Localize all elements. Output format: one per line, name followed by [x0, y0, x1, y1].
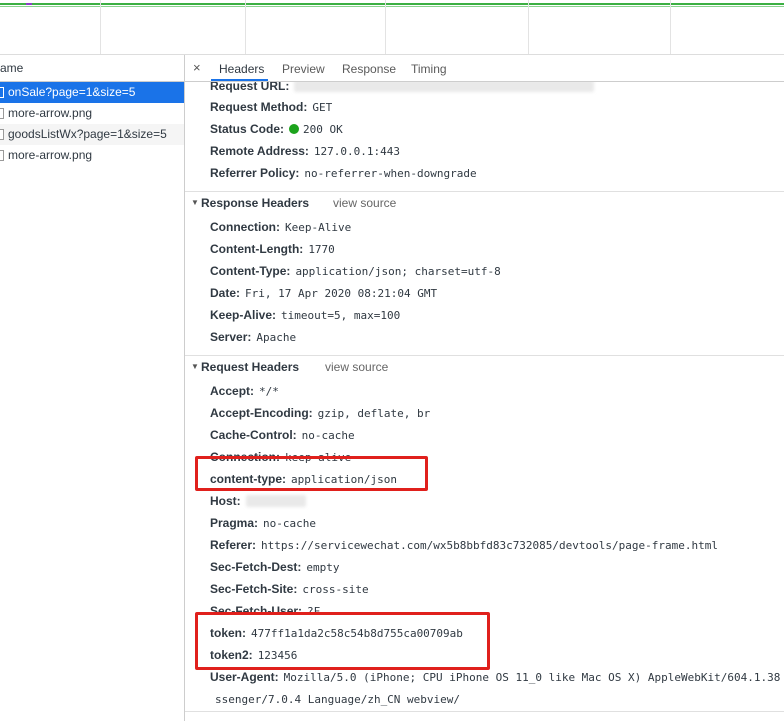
details-tab-bar: × Headers Preview Response Timing — [185, 55, 784, 82]
timeline-gridline — [670, 0, 671, 54]
request-name: onSale?page=1&size=5 — [8, 85, 136, 99]
timeline-gridline — [100, 0, 101, 54]
request-header-row: User-Agent: Mozilla/5.0 (iPhone; CPU iPho… — [210, 670, 781, 684]
response-header-row: Content-Length: 1770 — [210, 242, 335, 256]
request-header-row-continued: ssenger/7.0.4 Language/zh_CN webview/ — [215, 693, 461, 706]
response-header-row: Date: Fri, 17 Apr 2020 08:21:04 GMT — [210, 286, 438, 300]
network-timeline[interactable] — [0, 0, 784, 55]
active-tab-indicator — [211, 79, 268, 81]
timeline-gridline — [385, 0, 386, 54]
request-header-row: Referer: https://servicewechat.com/wx5b8b… — [210, 538, 718, 552]
highlight-box-tokens — [195, 612, 490, 670]
view-source-link[interactable]: view source — [325, 356, 388, 378]
request-header-row: Accept: */* — [210, 384, 279, 398]
tab-preview[interactable]: Preview — [282, 62, 325, 76]
request-header-row: Sec-Fetch-Dest: empty — [210, 560, 340, 574]
tab-timing[interactable]: Timing — [411, 62, 447, 76]
request-row[interactable]: more-arrow.png — [0, 145, 184, 166]
general-referrer-policy: Referrer Policy: no-referrer-when-downgra… — [210, 166, 477, 180]
file-icon — [0, 108, 4, 119]
request-header-row: Accept-Encoding: gzip, deflate, br — [210, 406, 431, 420]
request-header-row: Cache-Control: no-cache — [210, 428, 355, 442]
timeline-gridline — [245, 0, 246, 54]
response-header-row: Connection: Keep-Alive — [210, 220, 352, 234]
response-header-row: Keep-Alive: timeout=5, max=100 — [210, 308, 401, 322]
request-name: goodsListWx?page=1&size=5 — [8, 127, 167, 141]
request-headers-section[interactable]: ▼ Request Headers view source — [185, 355, 784, 378]
name-column-header[interactable]: ame — [0, 55, 184, 82]
general-status-code: Status Code: 200 OK — [210, 122, 343, 136]
file-icon — [0, 129, 4, 140]
timeline-bar-secondary — [0, 6, 784, 7]
redacted-value — [245, 495, 306, 507]
file-icon — [0, 87, 4, 98]
request-header-row: Sec-Fetch-Site: cross-site — [210, 582, 369, 596]
expand-triangle-icon: ▼ — [191, 198, 199, 207]
timeline-marker — [26, 3, 32, 5]
section-divider — [185, 711, 784, 712]
general-remote-address: Remote Address: 127.0.0.1:443 — [210, 144, 401, 158]
tab-response[interactable]: Response — [342, 62, 396, 76]
request-list: ame onSale?page=1&size=5 more-arrow.png … — [0, 55, 185, 721]
status-ok-icon — [289, 124, 300, 134]
request-name: more-arrow.png — [8, 106, 93, 120]
response-header-row: Server: Apache — [210, 330, 297, 344]
request-row[interactable]: more-arrow.png — [0, 103, 184, 124]
view-source-link[interactable]: view source — [333, 192, 396, 214]
expand-triangle-icon: ▼ — [191, 362, 199, 371]
close-icon[interactable]: × — [193, 60, 201, 75]
request-row[interactable]: goodsListWx?page=1&size=5 — [0, 124, 184, 145]
request-header-row: Pragma: no-cache — [210, 516, 317, 530]
general-request-method: Request Method: GET — [210, 100, 333, 114]
response-headers-section[interactable]: ▼ Response Headers view source — [185, 191, 784, 214]
tab-headers[interactable]: Headers — [219, 62, 264, 76]
request-details-panel: × Headers Preview Response Timing Reques… — [185, 55, 784, 721]
request-header-row: Host: — [210, 492, 306, 510]
response-header-row: Content-Type: application/json; charset=u… — [210, 264, 501, 278]
timeline-bar — [0, 3, 784, 5]
request-name: more-arrow.png — [8, 148, 93, 162]
file-icon — [0, 150, 4, 161]
highlight-box-content-type — [195, 456, 428, 491]
timeline-gridline — [528, 0, 529, 54]
request-row[interactable]: onSale?page=1&size=5 — [0, 82, 184, 103]
